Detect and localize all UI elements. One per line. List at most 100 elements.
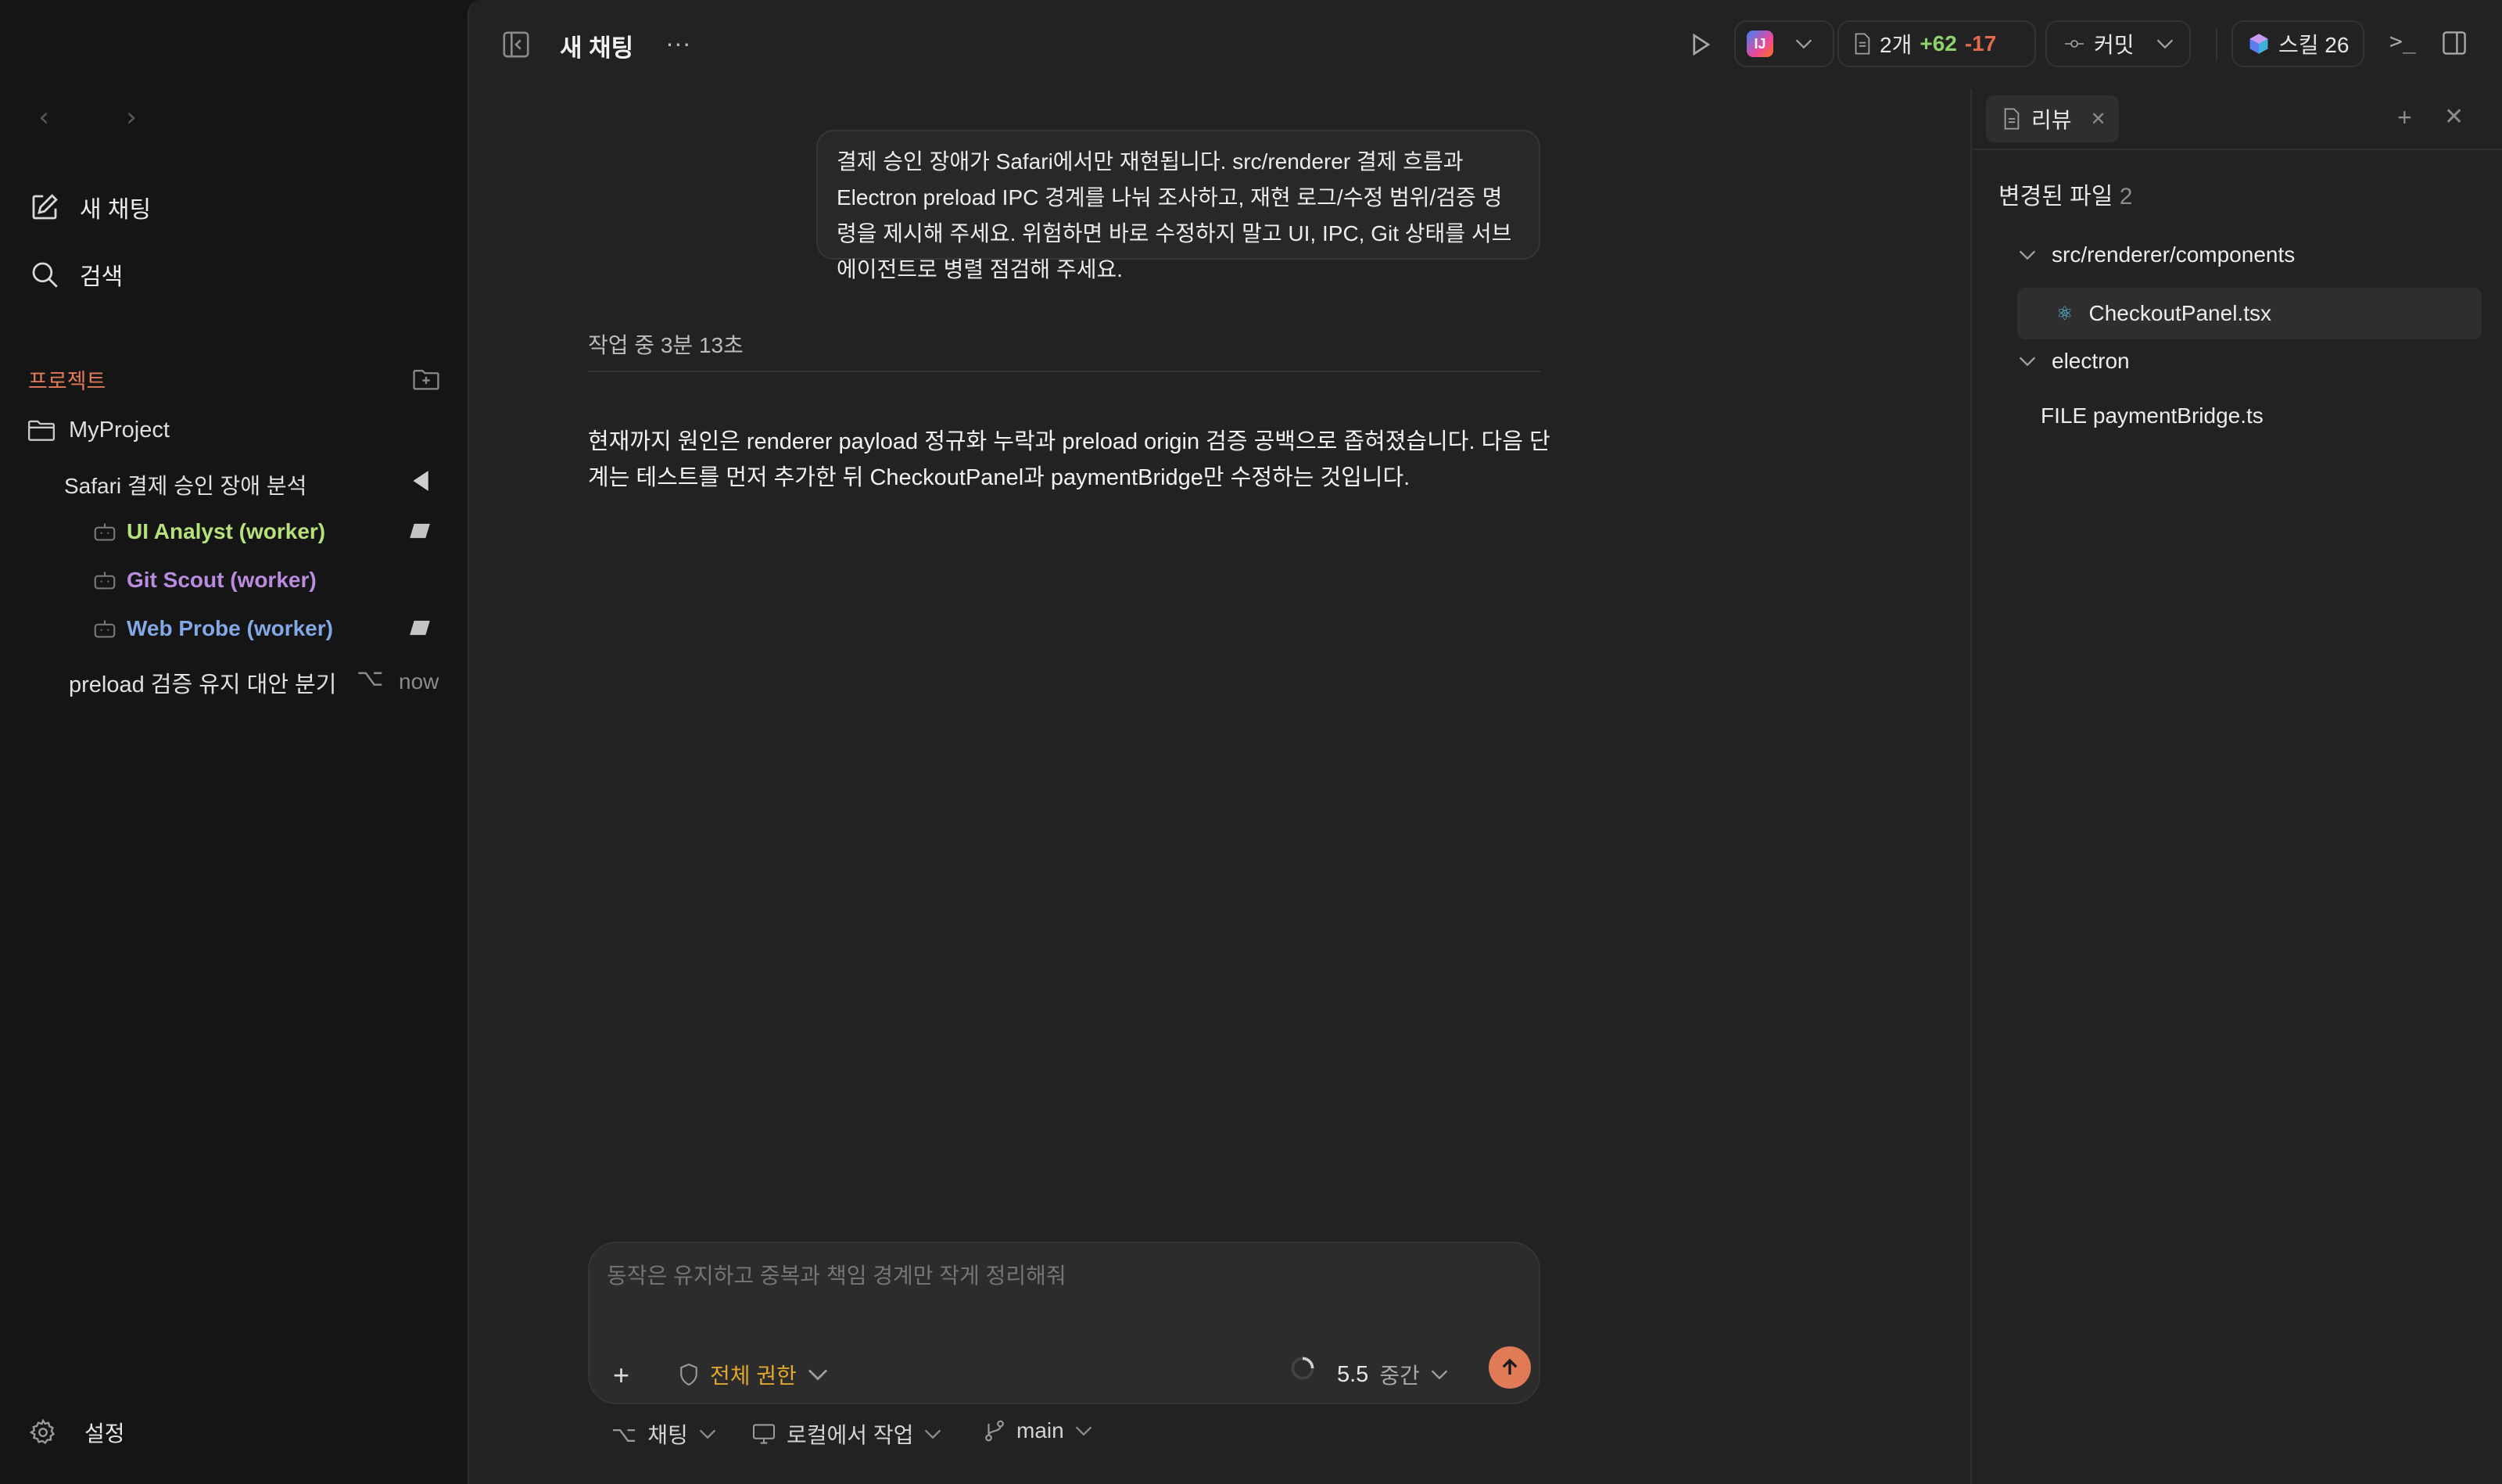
location-selector[interactable]: 로컬에서 작업 [752, 1418, 941, 1450]
permission-label: 전체 권한 [710, 1364, 797, 1388]
skills-cube-icon [2249, 34, 2268, 54]
tree-file-checkoutpanel[interactable]: ⚛ CheckoutPanel.tsx [2017, 288, 2482, 339]
chevron-down-icon [925, 1429, 941, 1439]
chevron-down-icon [2019, 250, 2036, 260]
permission-selector[interactable]: 전체 권한 [679, 1359, 828, 1390]
main-panel: 새 채팅 ... IJ 2개 +62 -17 커밋 스킬 26 >_ 결제 승인… [468, 0, 2502, 1484]
top-bar: 새 채팅 ... IJ 2개 +62 -17 커밋 스킬 26 >_ [469, 0, 2502, 89]
changed-files-count: 2 [2119, 184, 2133, 210]
project-name: MyProject [69, 417, 170, 443]
location-label: 로컬에서 작업 [787, 1423, 914, 1447]
chevron-down-icon [1075, 1426, 1091, 1436]
message-input[interactable] [607, 1264, 1467, 1289]
chevron-down-icon [699, 1429, 716, 1439]
branch-selector[interactable]: main [984, 1418, 1092, 1443]
settings-label: 설정 [84, 1421, 125, 1446]
tree-file-paymentbridge[interactable]: FILE paymentBridge.ts [2041, 403, 2264, 428]
chevron-down-icon [1431, 1370, 1448, 1380]
commit-label: 커밋 [2094, 33, 2135, 57]
loading-spinner-icon [1291, 1357, 1314, 1380]
tree-folder-renderer-components[interactable]: src/renderer/components [2019, 242, 2295, 267]
send-button[interactable] [1489, 1346, 1531, 1389]
close-tab-icon[interactable]: ✕ [2091, 108, 2106, 131]
activity-marker-icon [410, 523, 430, 539]
worker-item-ui-analyst[interactable]: UI Analyst (worker) [94, 519, 325, 544]
worker-bot-icon [94, 572, 116, 590]
settings-button[interactable]: 설정 [28, 1417, 125, 1448]
project-item[interactable]: MyProject [27, 417, 170, 443]
branch-thread-item[interactable]: preload 검증 유지 대안 분기 [69, 666, 336, 699]
tab-review[interactable]: 리뷰 ✕ [1986, 95, 2119, 142]
open-in-ide-button[interactable]: IJ [1734, 20, 1834, 67]
tree-folder-electron[interactable]: electron [2019, 349, 2130, 374]
status-divider [588, 371, 1540, 372]
document-icon [2004, 108, 2020, 130]
commit-button[interactable]: 커밋 [2045, 20, 2191, 67]
more-options-button[interactable]: ... [666, 23, 692, 52]
panel-layout-icon[interactable] [2441, 30, 2468, 56]
thread-item[interactable]: Safari 결제 승인 장애 분석 [64, 469, 306, 500]
add-tab-icon[interactable]: + [2397, 103, 2412, 132]
projects-heading: 프로젝트 [28, 370, 106, 393]
react-icon: ⚛ [2056, 303, 2074, 324]
working-status: 작업 중 3분 13초 [588, 333, 744, 357]
option-icon: ⌥ [611, 1421, 637, 1447]
worker-item-git-scout[interactable]: Git Scout (worker) [94, 568, 317, 593]
folder-label: electron [2052, 349, 2130, 373]
sidebar-toggle-icon[interactable] [500, 30, 532, 59]
worker-bot-icon [94, 620, 116, 638]
model-level: 중간 [1379, 1364, 1420, 1388]
activity-marker-icon [410, 620, 430, 636]
changed-files-heading: 변경된 파일 2 [1998, 177, 2132, 211]
terminal-icon[interactable]: >_ [2389, 28, 2416, 54]
forward-arrow-icon[interactable]: › [116, 102, 147, 133]
sidebar: ‹ › 새 채팅 검색 프로젝트 MyProject Safari 결제 승인 … [0, 0, 468, 1484]
page-title: 새 채팅 [560, 34, 634, 62]
new-chat-button[interactable]: 새 채팅 [28, 185, 151, 229]
monitor-icon [752, 1424, 776, 1444]
message-composer: + 전체 권한 5.5 중간 [588, 1242, 1540, 1404]
model-selector[interactable]: 5.5 중간 [1337, 1359, 1448, 1390]
compose-icon [32, 194, 58, 220]
branch-option-icon: ⌥ [357, 665, 384, 692]
chevron-down-icon [1795, 39, 1812, 49]
attach-button[interactable]: + [613, 1359, 629, 1392]
folder-label: src/renderer/components [2052, 242, 2296, 267]
diff-file-count: 2개 [1880, 33, 1912, 57]
search-button[interactable]: 검색 [28, 253, 123, 296]
add-folder-icon[interactable] [411, 366, 441, 393]
chevron-down-icon [2156, 39, 2173, 49]
arrow-up-icon [1502, 1358, 1518, 1375]
review-header-divider [1972, 149, 2502, 150]
thread-timestamp: now [399, 669, 439, 694]
model-version: 5.5 [1337, 1361, 1369, 1387]
worker-label: Web Probe (worker) [127, 616, 333, 640]
worker-item-web-probe[interactable]: Web Probe (worker) [94, 616, 333, 641]
diff-removed: -17 [1964, 31, 1997, 56]
skills-button[interactable]: 스킬 26 [2231, 20, 2364, 67]
worker-bot-icon [94, 523, 116, 541]
mode-label: 채팅 [647, 1423, 688, 1447]
new-chat-label: 새 채팅 [80, 197, 152, 223]
diff-added: +62 [1920, 31, 1957, 56]
assistant-message: 현재까지 원인은 renderer payload 정규화 누락과 preloa… [588, 429, 1550, 490]
branch-label: main [1016, 1418, 1064, 1443]
worker-label: UI Analyst (worker) [127, 519, 326, 543]
close-panel-icon[interactable]: ✕ [2444, 103, 2464, 131]
review-panel: 리뷰 ✕ + ✕ 변경된 파일 2 src/renderer/component… [1970, 89, 2502, 1484]
file-label: CheckoutPanel.tsx [2088, 301, 2271, 325]
collapse-arrow-icon[interactable] [410, 469, 430, 493]
play-icon[interactable] [1686, 30, 1714, 59]
shield-icon [680, 1363, 697, 1386]
changed-files-label: 변경된 파일 [1998, 184, 2113, 210]
gear-icon [29, 1418, 56, 1445]
diff-summary-button[interactable]: 2개 +62 -17 [1837, 20, 2036, 67]
toolbar-divider [2216, 28, 2217, 61]
search-label: 검색 [80, 264, 124, 290]
mode-selector[interactable]: ⌥ 채팅 [611, 1418, 716, 1450]
chevron-down-icon [2019, 357, 2036, 367]
worker-label: Git Scout (worker) [127, 568, 317, 592]
intellij-icon: IJ [1747, 30, 1773, 57]
commit-icon [2065, 40, 2084, 48]
back-arrow-icon[interactable]: ‹ [28, 102, 59, 133]
